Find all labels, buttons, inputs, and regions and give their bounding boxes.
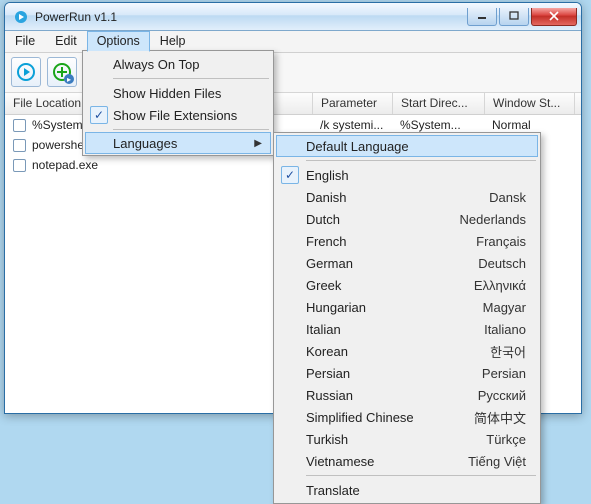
column-window-state[interactable]: Window St... (485, 93, 575, 114)
lang-item-russian[interactable]: Russian Русский (276, 384, 538, 406)
lang-label: Danish (306, 190, 346, 205)
lang-item-english[interactable]: ✓ English (276, 164, 538, 186)
lang-label: German (306, 256, 353, 271)
languages-submenu: Default Language ✓ English Danish Dansk Dutc… (273, 132, 541, 504)
opt-show-hidden-label: Show Hidden Files (113, 86, 221, 101)
lang-item-turkish[interactable]: Turkish Türkçe (276, 428, 538, 450)
window-controls (467, 8, 577, 26)
menu-options[interactable]: Options (87, 31, 150, 52)
column-parameter[interactable]: Parameter (313, 93, 393, 114)
row-checkbox[interactable] (13, 119, 26, 132)
close-button[interactable] (531, 8, 577, 26)
lang-item-persian[interactable]: Persian Persian (276, 362, 538, 384)
minimize-button[interactable] (467, 8, 497, 26)
lang-translate-label: Translate (306, 483, 360, 498)
lang-item-hungarian[interactable]: Hungarian Magyar (276, 296, 538, 318)
lang-item-german[interactable]: German Deutsch (276, 252, 538, 274)
lang-label: Vietnamese (306, 454, 374, 469)
lang-label: Korean (306, 344, 348, 359)
app-icon (13, 9, 29, 25)
lang-native: Persian (482, 366, 526, 381)
opt-show-hidden[interactable]: Show Hidden Files (85, 82, 271, 104)
lang-label: Hungarian (306, 300, 366, 315)
lang-native: Français (476, 234, 526, 249)
cell-directory: %System... (392, 118, 484, 132)
lang-native: 한국어 (490, 342, 526, 361)
column-start-directory[interactable]: Start Direc... (393, 93, 485, 114)
cell-parameter: /k systemi... (312, 118, 392, 132)
lang-translate[interactable]: Translate (276, 479, 538, 501)
lang-item-vietnamese[interactable]: Vietnamese Tiếng Việt (276, 450, 538, 472)
window-title: PowerRun v1.1 (35, 10, 467, 24)
cell-window: Normal (484, 118, 574, 132)
lang-default-label: Default Language (306, 139, 409, 154)
opt-always-on-top[interactable]: Always On Top (85, 53, 271, 75)
row-checkbox[interactable] (13, 159, 26, 172)
opt-languages[interactable]: Languages ▶ (85, 132, 271, 154)
menu-help[interactable]: Help (150, 31, 196, 52)
lang-label: Dutch (306, 212, 340, 227)
run-button[interactable] (11, 57, 41, 87)
menu-file[interactable]: File (5, 31, 45, 52)
check-icon: ✓ (281, 166, 299, 184)
lang-item-danish[interactable]: Danish Dansk (276, 186, 538, 208)
lang-default[interactable]: Default Language (276, 135, 538, 157)
check-icon: ✓ (90, 106, 108, 124)
lang-native: Русский (478, 388, 526, 403)
lang-label: Persian (306, 366, 350, 381)
opt-languages-label: Languages (113, 136, 177, 151)
lang-native: Deutsch (478, 256, 526, 271)
lang-item-greek[interactable]: Greek Ελληνικά (276, 274, 538, 296)
lang-native: Italiano (484, 322, 526, 337)
lang-label: English (306, 168, 349, 183)
lang-item-simplified-chinese[interactable]: Simplified Chinese 简体中文 (276, 406, 538, 428)
opt-show-extensions[interactable]: ✓ Show File Extensions (85, 104, 271, 126)
opt-show-extensions-label: Show File Extensions (113, 108, 237, 123)
titlebar[interactable]: PowerRun v1.1 (5, 3, 581, 31)
lang-label: Turkish (306, 432, 348, 447)
lang-native: 简体中文 (474, 408, 526, 427)
lang-item-french[interactable]: French Français (276, 230, 538, 252)
menu-edit[interactable]: Edit (45, 31, 87, 52)
lang-label: French (306, 234, 346, 249)
lang-native: Türkçe (486, 432, 526, 447)
lang-native: Ελληνικά (474, 278, 526, 293)
row-checkbox[interactable] (13, 139, 26, 152)
lang-native: Tiếng Việt (468, 454, 526, 469)
lang-native: Dansk (489, 190, 526, 205)
lang-label: Russian (306, 388, 353, 403)
maximize-button[interactable] (499, 8, 529, 26)
lang-label: Italian (306, 322, 341, 337)
add-badge-icon: ▸ (64, 74, 74, 84)
separator (306, 160, 536, 161)
menubar: File Edit Options Help (5, 31, 581, 53)
lang-native: Magyar (483, 300, 526, 315)
lang-native: Nederlands (460, 212, 527, 227)
cell-file: notepad.exe (32, 158, 312, 172)
add-button[interactable]: ▸ (47, 57, 77, 87)
lang-item-italian[interactable]: Italian Italiano (276, 318, 538, 340)
separator (113, 78, 269, 79)
separator (113, 129, 269, 130)
lang-label: Greek (306, 278, 341, 293)
submenu-arrow-icon: ▶ (254, 138, 262, 149)
lang-item-korean[interactable]: Korean 한국어 (276, 340, 538, 362)
lang-item-dutch[interactable]: Dutch Nederlands (276, 208, 538, 230)
lang-label: Simplified Chinese (306, 410, 414, 425)
options-dropdown: Always On Top Show Hidden Files ✓ Show F… (82, 50, 274, 156)
opt-always-on-top-label: Always On Top (113, 57, 199, 72)
separator (306, 475, 536, 476)
